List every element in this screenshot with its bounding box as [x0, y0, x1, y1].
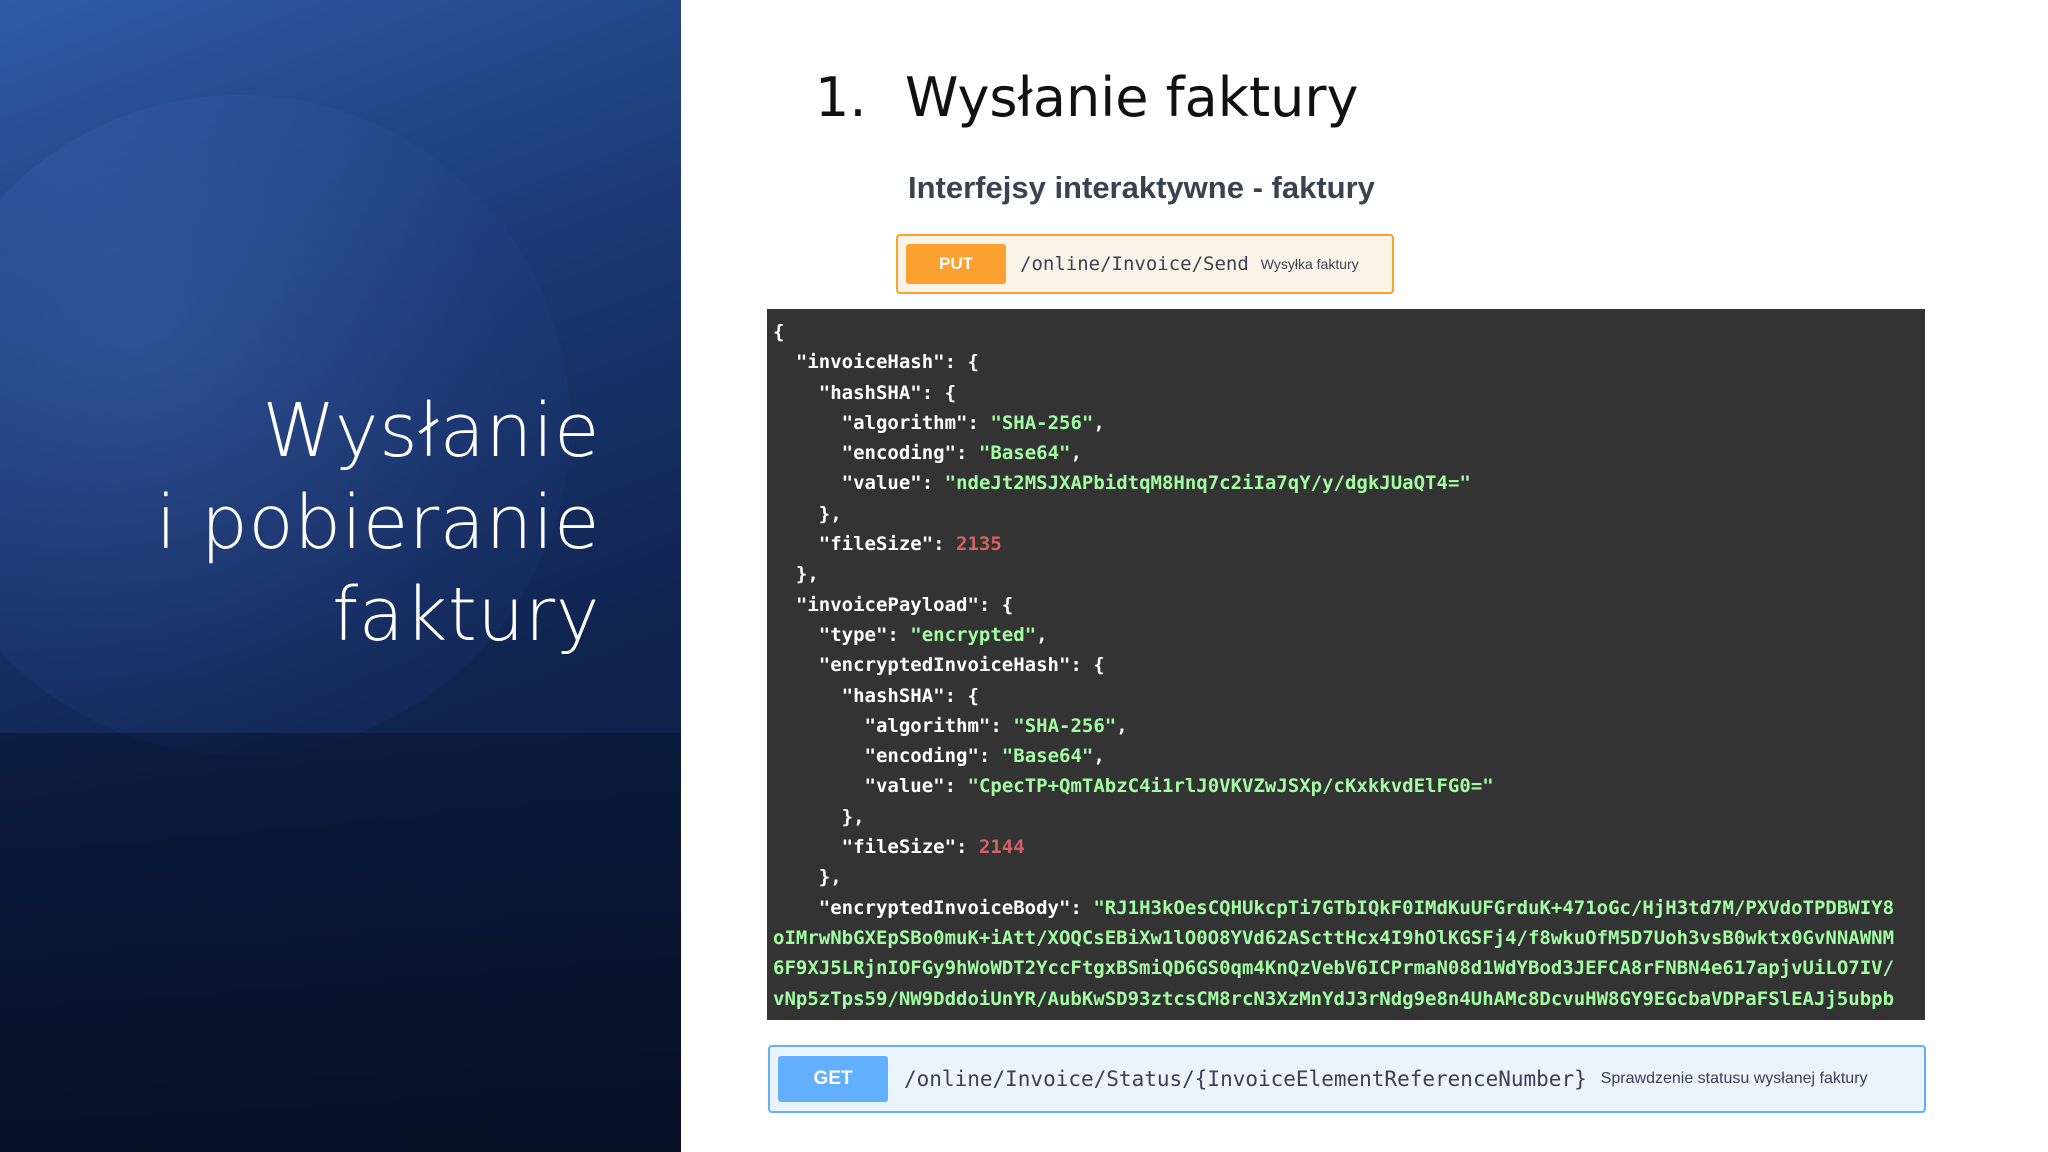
code-line: "invoicePayload": {: [773, 593, 1014, 616]
code-line: "value": "ndeJt2MSJXAPbidtqM8Hnq7c2iIa7q…: [773, 472, 1471, 495]
page-title: 1. Wysłanie faktury: [815, 66, 1359, 129]
code-line: {: [773, 321, 785, 343]
code-line: "encoding": "Base64",: [773, 442, 1082, 465]
code-line: "invoiceHash": {: [773, 351, 979, 374]
encrypted-body-line-4: vNp5zTps59/NW9DddoiUnYR/AubKwSD93ztcsCM8…: [773, 987, 1895, 1010]
section-title-line-2: i pobieranie: [155, 480, 600, 566]
section-title-line-1: Wysłanie: [262, 388, 600, 474]
code-line: "hashSHA": {: [773, 684, 979, 707]
put-endpoint-path[interactable]: /online/Invoice/Send: [1020, 253, 1249, 275]
decorative-band: [0, 733, 681, 1152]
slide: Wysłanie i pobieranie faktury 1. Wysłanie…: [0, 0, 2048, 1152]
encrypted-hash-value: CpecTP+QmTAbzC4i1rlJ0VKVZwJSXp/cKxkkvdEl…: [978, 775, 1483, 798]
code-line: },: [773, 805, 865, 828]
code-line: "encryptedInvoiceHash": {: [773, 654, 1105, 677]
code-line: "algorithm": "SHA-256",: [773, 411, 1105, 434]
invoice-hash-encoding: Base64: [990, 442, 1060, 465]
code-line: },: [773, 563, 819, 586]
put-method-badge[interactable]: PUT: [906, 244, 1006, 284]
get-method-badge[interactable]: GET: [778, 1056, 888, 1102]
get-endpoint-path[interactable]: /online/Invoice/Status/{InvoiceElementRe…: [904, 1067, 1587, 1091]
code-line: "value": "CpecTP+QmTAbzC4i1rlJ0VKVZwJSXp…: [773, 775, 1494, 798]
encrypted-body-line-3: 6F9XJ5LRjnIOFGy9hWoWDT2YccFtgxBSmiQD6GS0…: [773, 957, 1895, 980]
code-line: "hashSHA": {: [773, 381, 957, 404]
code-line: "encoding": "Base64",: [773, 745, 1105, 768]
code-line: "fileSize": 2144: [773, 836, 1025, 859]
section-title-line-3: faktury: [332, 572, 600, 658]
code-line: "encryptedInvoiceBody": "RJ1H3kOesCQHUkc…: [773, 896, 1895, 919]
invoice-hash-algorithm: SHA-256: [1001, 411, 1082, 434]
api-section-heading: Interfejsy interaktywne - faktury: [908, 170, 1375, 205]
page-title-text: Wysłanie faktury: [905, 66, 1359, 129]
code-line: },: [773, 502, 842, 525]
encrypted-hash-encoding: Base64: [1013, 745, 1082, 768]
section-title: Wysłanie i pobieranie faktury: [156, 385, 600, 661]
page-title-number: 1.: [815, 66, 867, 129]
encrypted-hash-algorithm: SHA-256: [1024, 714, 1105, 737]
code-line: "fileSize": 2135: [773, 533, 1002, 556]
code-line: "algorithm": "SHA-256",: [773, 714, 1128, 737]
encrypted-body-line-1: RJ1H3kOesCQHUkcpTi7GTbIQkF0IMdKuUFGrduK+…: [1104, 896, 1895, 919]
request-json-example: { "invoiceHash": { "hashSHA": { "algorit…: [767, 309, 1925, 1020]
payload-type: encrypted: [921, 623, 1025, 646]
code-line: },: [773, 866, 842, 889]
code-line: "type": "encrypted",: [773, 623, 1048, 646]
get-invoice-status-endpoint[interactable]: GET /online/Invoice/Status/{InvoiceEleme…: [768, 1045, 1926, 1113]
encrypted-file-size: 2144: [978, 836, 1025, 859]
put-invoice-send-endpoint[interactable]: PUT /online/Invoice/Send Wysyłka faktury: [896, 234, 1394, 294]
invoice-hash-value: ndeJt2MSJXAPbidtqM8Hnq7c2iIa7qY/y/dgkJUa…: [956, 472, 1460, 495]
encrypted-body-line-2: oIMrwNbGXEpSBo0muK+iAtt/XOQCsEBiXw1lO0O8…: [773, 926, 1895, 949]
invoice-file-size: 2135: [956, 533, 1002, 556]
put-endpoint-description: Wysyłka faktury: [1260, 256, 1359, 272]
get-endpoint-description: Sprawdzenie statusu wysłanej faktury: [1600, 1070, 1868, 1087]
